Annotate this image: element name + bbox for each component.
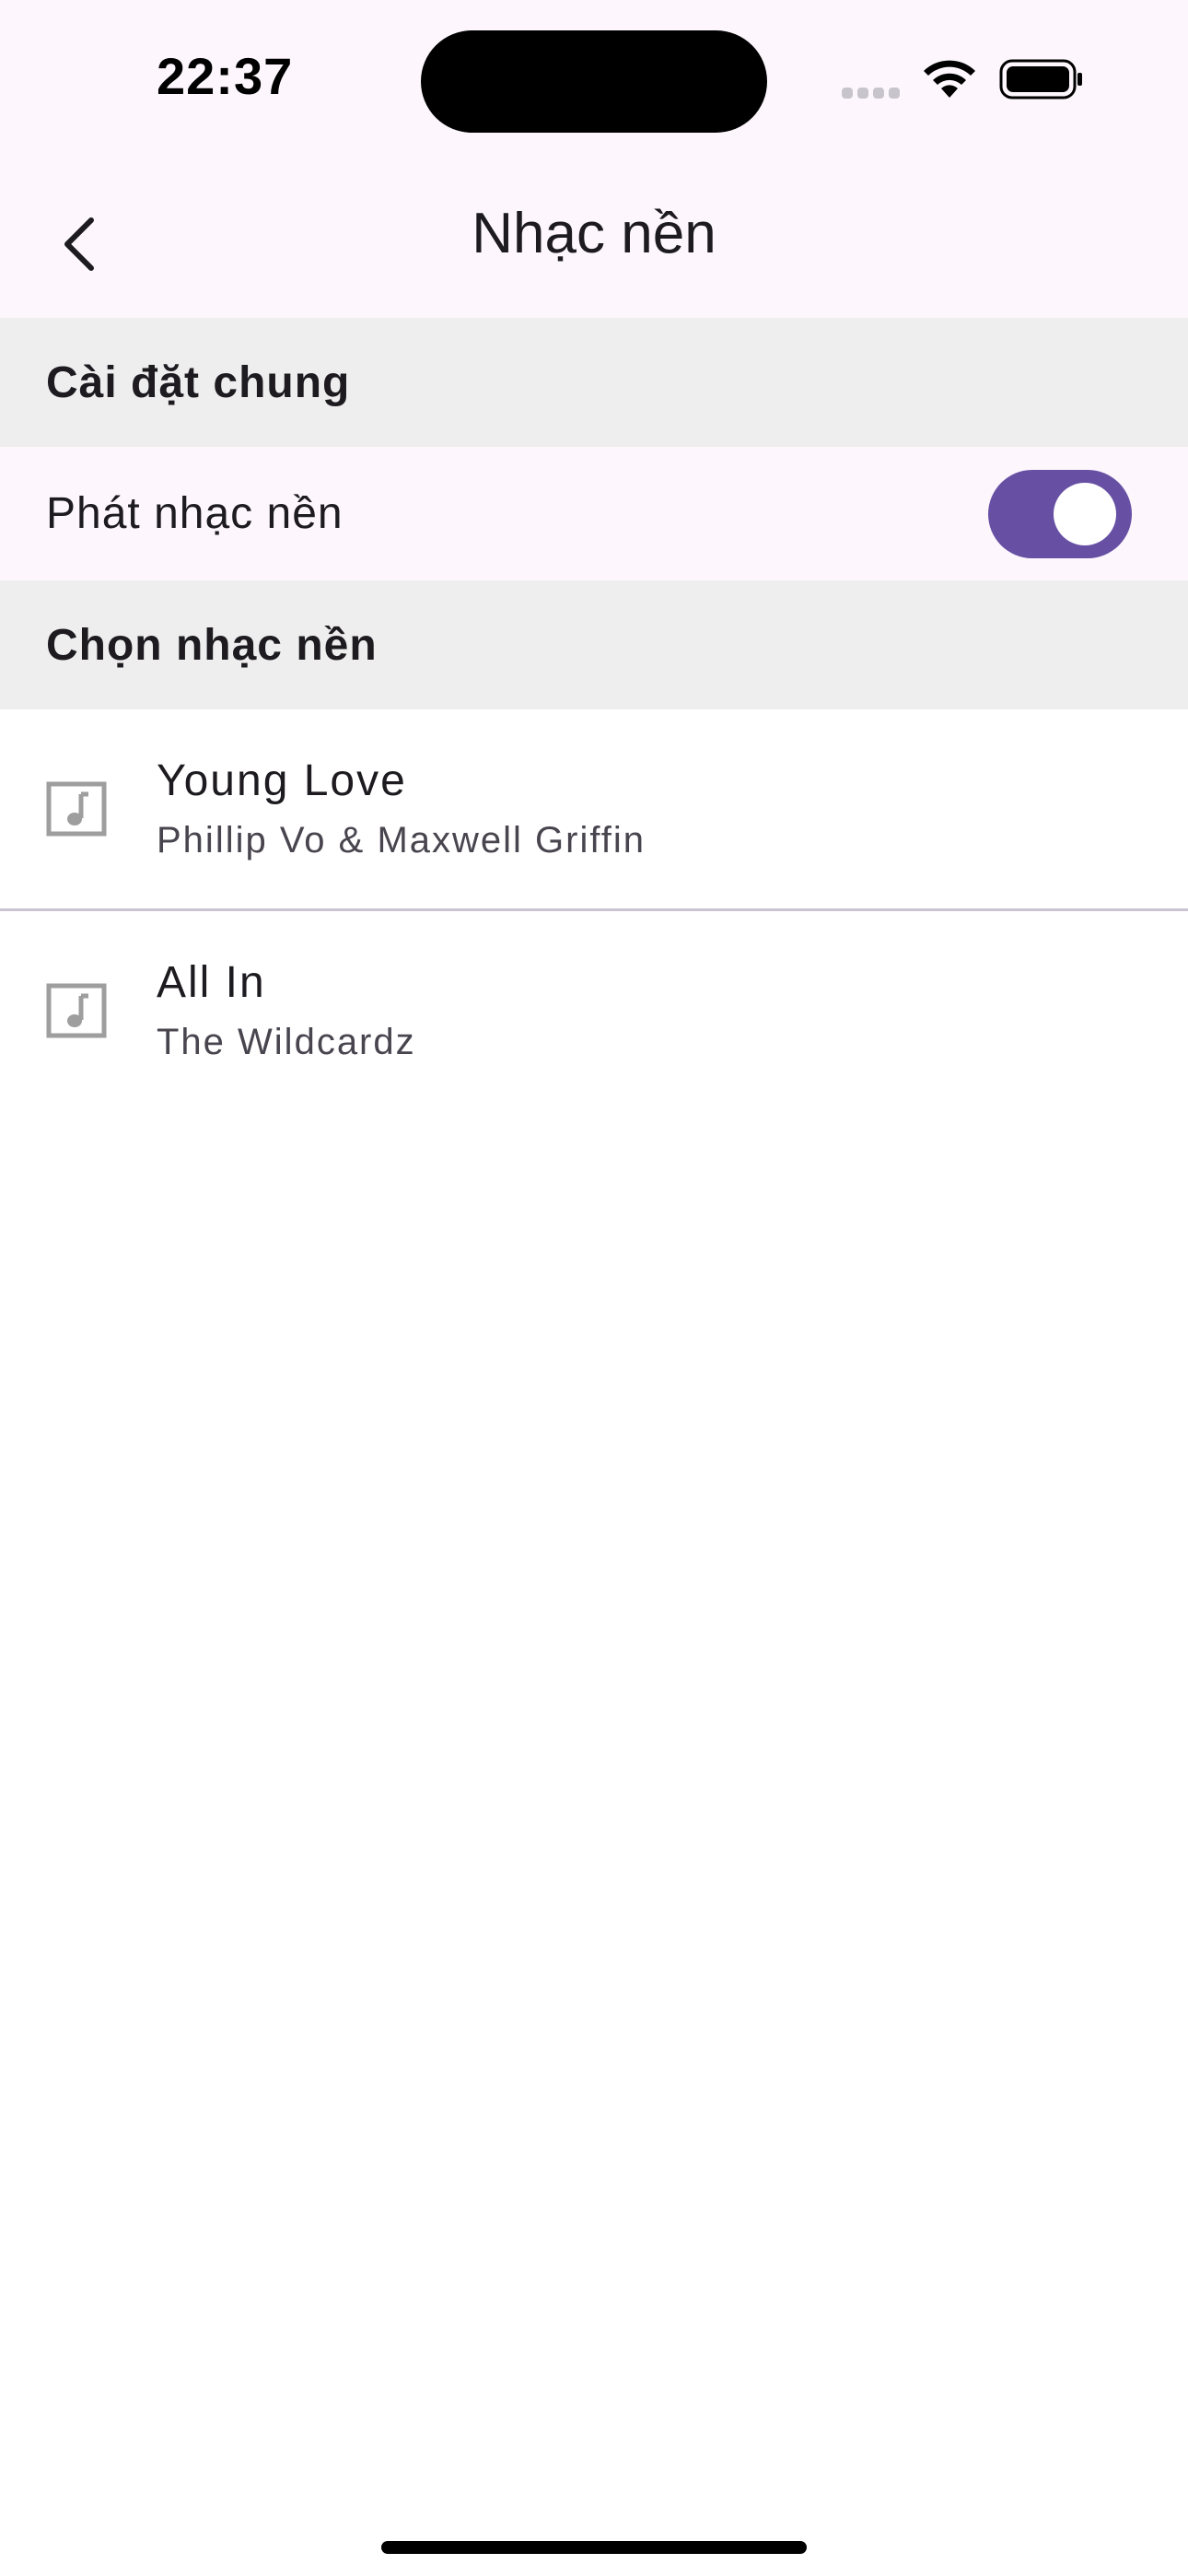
battery-icon: [999, 59, 1082, 100]
track-artist: Phillip Vo & Maxwell Griffin: [157, 820, 646, 861]
track-item[interactable]: All In The Wildcardz: [0, 911, 1188, 1112]
app-bar: Nhạc nền: [0, 166, 1188, 318]
home-indicator[interactable]: [381, 2541, 807, 2554]
background-music-switch[interactable]: [988, 470, 1132, 558]
music-note-icon: [46, 781, 107, 837]
track-title: Young Love: [157, 756, 407, 805]
track-title: All In: [157, 958, 266, 1007]
page-title: Nhạc nền: [472, 202, 716, 265]
status-time: 22:37: [157, 47, 294, 105]
screen: 22:37 Nhạc nền Cài đặt chung Phát nhạc n…: [0, 0, 1188, 2576]
switch-thumb: [1054, 483, 1116, 545]
music-note-icon: [46, 983, 107, 1038]
dynamic-island: [421, 30, 767, 133]
wifi-icon: [924, 60, 975, 98]
track-item[interactable]: Young Love Phillip Vo & Maxwell Griffin: [0, 709, 1188, 910]
status-bar: 22:37: [0, 0, 1188, 166]
track-artist: The Wildcardz: [157, 1022, 416, 1062]
cellular-signal-icon: [842, 87, 904, 103]
section-header-general: Cài đặt chung: [0, 318, 1188, 447]
background-music-toggle-row[interactable]: Phát nhạc nền: [0, 447, 1188, 580]
toggle-label: Phát nhạc nền: [46, 489, 344, 538]
section-header-music: Chọn nhạc nền: [0, 580, 1188, 709]
